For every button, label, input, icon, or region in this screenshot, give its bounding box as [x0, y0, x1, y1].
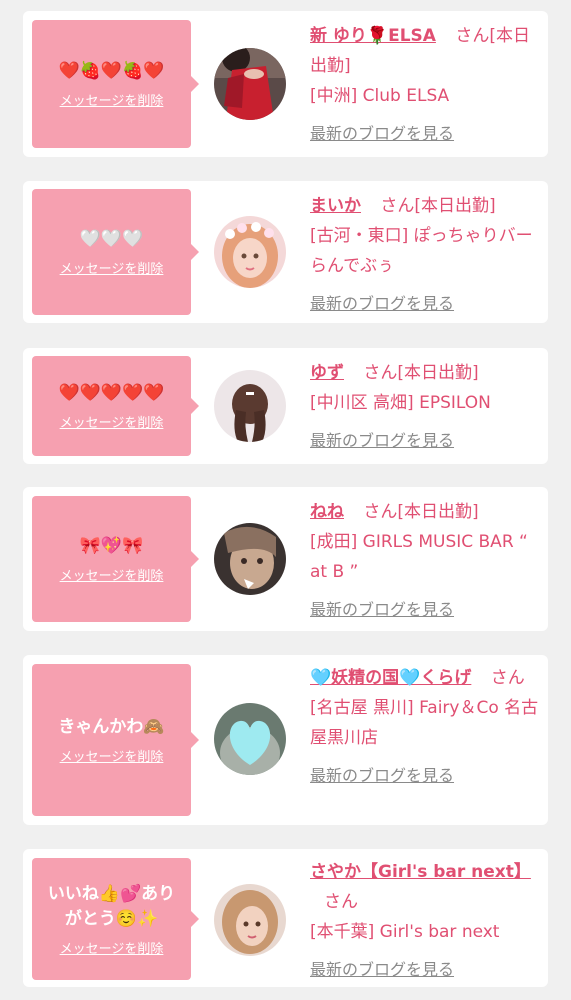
shop-location: [本千葉] Girl's bar next [310, 922, 500, 942]
sender-name-link[interactable]: 新 ゆり🌹ELSA [310, 26, 436, 46]
avatar-heart-covered-face-icon [214, 703, 286, 775]
message-bubble: きゃんかわ🙈 メッセージを削除 [32, 664, 199, 816]
message-text: きゃんかわ🙈 [58, 717, 165, 737]
delete-message-link[interactable]: メッセージを削除 [60, 412, 164, 431]
message-text: 🎀💖🎀 [79, 536, 144, 556]
view-blog-link[interactable]: 最新のブログを見る [310, 595, 454, 625]
view-blog-link[interactable]: 最新のブログを見る [310, 119, 454, 149]
honorific: さん [380, 196, 415, 216]
message-text: ❤️❤️❤️❤️❤️ [58, 383, 165, 403]
view-blog-link[interactable]: 最新のブログを見る [310, 426, 454, 456]
sender-name-link[interactable]: さやか【Girl's bar next】 [310, 862, 531, 882]
delete-message-link[interactable]: メッセージを削除 [60, 90, 164, 109]
avatar-woman-blonde-icon [214, 884, 286, 956]
sender-name-link[interactable]: まいか [310, 196, 361, 216]
honorific: さん [324, 892, 358, 912]
avatar[interactable] [214, 370, 286, 442]
message-card: いいね👍💕ありがとう☺️✨ メッセージを削除 さやか【Girl's bar ne… [23, 849, 548, 987]
sender-name-link[interactable]: ゆず [310, 363, 344, 383]
avatar[interactable] [214, 703, 286, 775]
sender-info: 新 ゆり🌹ELSA さん[本日出勤] [中洲] Club ELSA 最新のブログ… [310, 21, 542, 149]
honorific: さん [363, 363, 398, 383]
shop-location: [中洲] Club ELSA [310, 86, 450, 106]
delete-message-link[interactable]: メッセージを削除 [60, 565, 164, 584]
shop-location: [名古屋 黒川] Fairy＆Co 名古屋黒川店 [310, 698, 539, 748]
message-card: きゃんかわ🙈 メッセージを削除 🩵妖精の国🩵くらげ さん [名古屋 黒川] Fa… [23, 655, 548, 825]
view-blog-link[interactable]: 最新のブログを見る [310, 955, 454, 985]
delete-message-link[interactable]: メッセージを削除 [60, 938, 164, 957]
avatar[interactable] [214, 216, 286, 288]
avatar-woman-selfie-icon [214, 523, 286, 595]
view-blog-link[interactable]: 最新のブログを見る [310, 289, 454, 319]
attendance-status: [本日出勤] [397, 363, 479, 383]
message-card: 🎀💖🎀 メッセージを削除 ねね さん[本日出勤] [成田] GIRLS MUSI… [23, 487, 548, 631]
attendance-status: [本日出勤] [414, 196, 496, 216]
message-card: ❤️❤️❤️❤️❤️ メッセージを削除 ゆず さん[本日出勤] [中川区 高畑]… [23, 348, 548, 464]
delete-message-link[interactable]: メッセージを削除 [60, 746, 164, 765]
avatar[interactable] [214, 48, 286, 120]
message-bubble: ❤️🍓❤️🍓❤️ メッセージを削除 [32, 20, 199, 148]
avatar-woman-flower-crown-icon [214, 216, 286, 288]
sender-info: まいか さん[本日出勤] [古河・東口] ぽっちゃりバー らんでぶぅ 最新のブロ… [310, 191, 542, 319]
avatar-woman-red-dress-icon [214, 48, 286, 120]
shop-location: [古河・東口] ぽっちゃりバー らんでぶぅ [310, 226, 533, 276]
honorific: さん [455, 26, 490, 46]
message-card: 🤍🤍🤍 メッセージを削除 まいか さん[本日出勤] [古河・東口] ぽっちゃりバ… [23, 181, 548, 323]
message-bubble: 🤍🤍🤍 メッセージを削除 [32, 189, 199, 315]
message-bubble: 🎀💖🎀 メッセージを削除 [32, 496, 199, 622]
honorific: さん [490, 668, 525, 688]
delete-message-link[interactable]: メッセージを削除 [60, 258, 164, 277]
view-blog-link[interactable]: 最新のブログを見る [310, 761, 454, 791]
sender-info: さやか【Girl's bar next】 さん [本千葉] Girl's bar… [310, 857, 542, 985]
sender-name-link[interactable]: 🩵妖精の国🩵くらげ [310, 668, 471, 688]
message-text: ❤️🍓❤️🍓❤️ [58, 61, 165, 81]
message-bubble: ❤️❤️❤️❤️❤️ メッセージを削除 [32, 356, 199, 456]
honorific: さん [363, 502, 398, 522]
attendance-status: [本日出勤] [397, 502, 479, 522]
shop-location: [中川区 高畑] EPSILON [310, 393, 491, 413]
shop-location: [成田] GIRLS MUSIC BAR “ at B ” [310, 532, 528, 582]
sender-info: ゆず さん[本日出勤] [中川区 高畑] EPSILON 最新のブログを見る [310, 358, 542, 456]
message-text: いいね👍💕ありがとう☺️✨ [47, 883, 176, 929]
message-bubble: いいね👍💕ありがとう☺️✨ メッセージを削除 [32, 858, 199, 980]
sender-info: ねね さん[本日出勤] [成田] GIRLS MUSIC BAR “ at B … [310, 497, 542, 625]
sender-info: 🩵妖精の国🩵くらげ さん [名古屋 黒川] Fairy＆Co 名古屋黒川店 最新… [310, 663, 542, 791]
avatar-woman-braided-hair-icon [214, 370, 286, 442]
avatar[interactable] [214, 523, 286, 595]
sender-name-link[interactable]: ねね [310, 502, 344, 522]
message-text: 🤍🤍🤍 [79, 229, 144, 249]
message-card: ❤️🍓❤️🍓❤️ メッセージを削除 新 ゆり🌹ELSA さん[本日出勤] [中洲… [23, 11, 548, 157]
avatar[interactable] [214, 884, 286, 956]
